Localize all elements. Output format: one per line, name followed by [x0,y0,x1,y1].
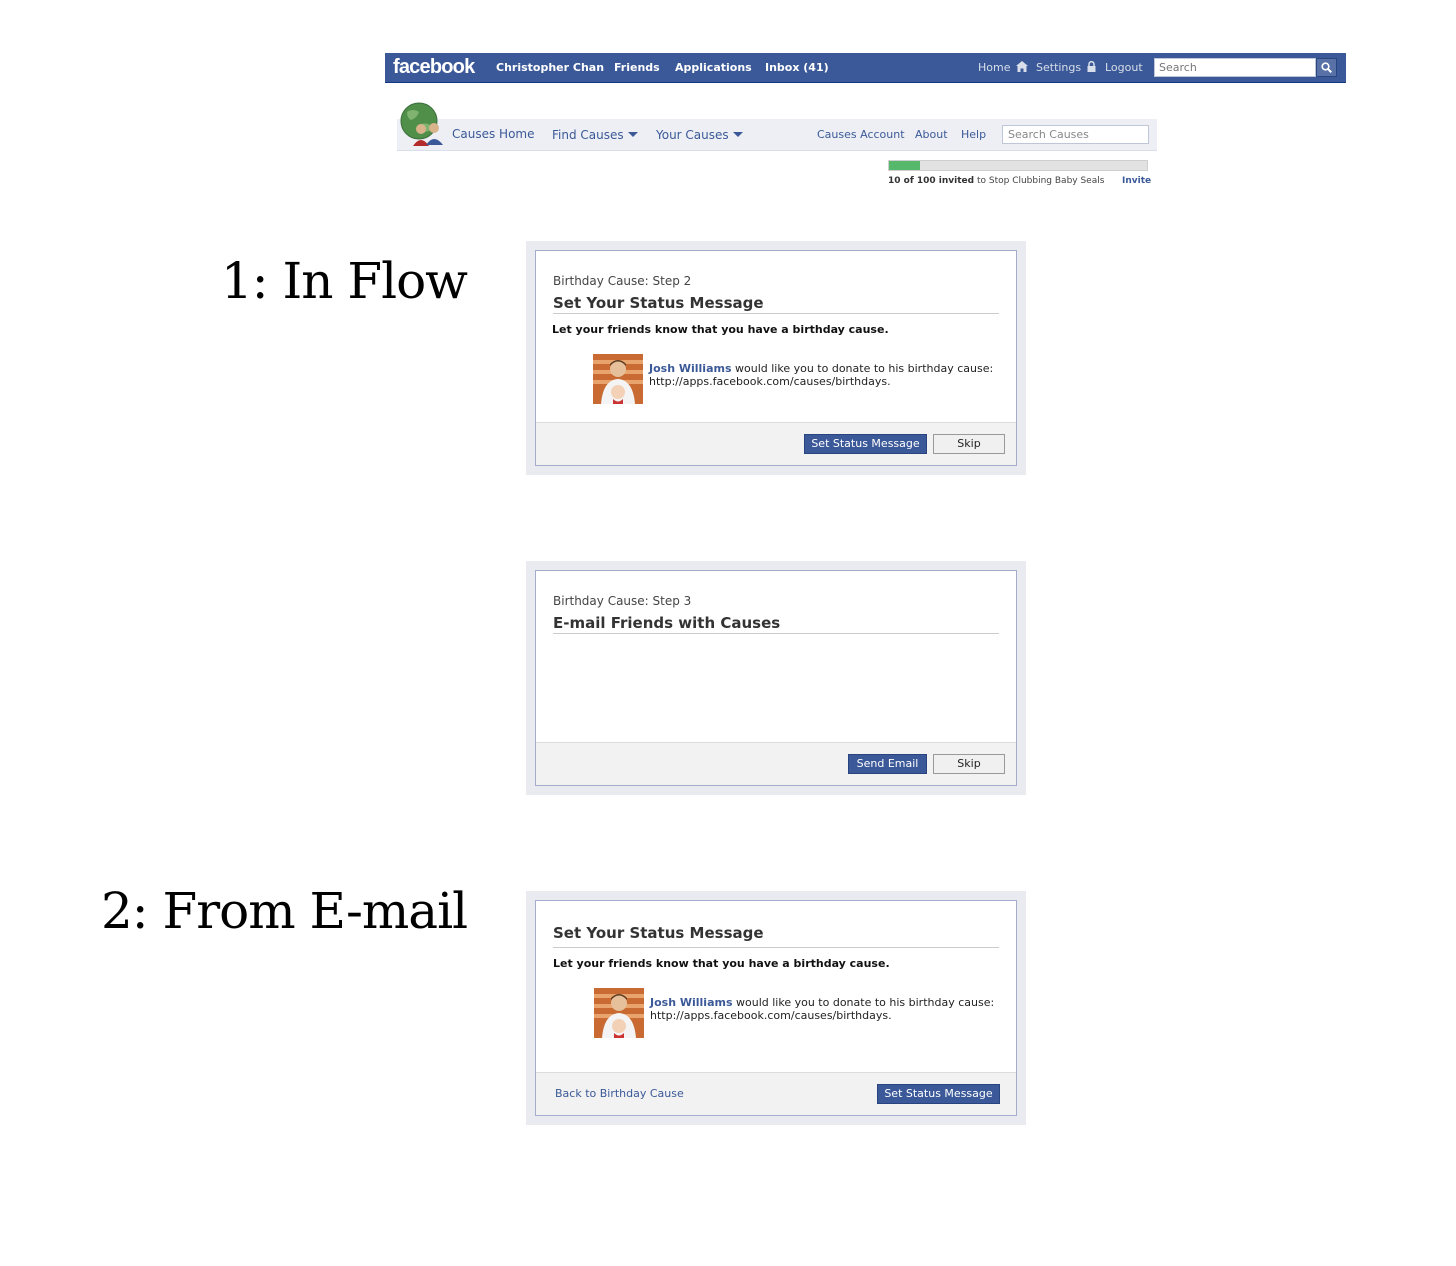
profile-photo-icon [593,354,643,404]
dialog-step-label: Birthday Cause: Step 2 [553,274,692,288]
dialog-title: Set Your Status Message [553,294,764,312]
status-text-line2: http://apps.facebook.com/causes/birthday… [650,1009,892,1022]
status-text-line2: http://apps.facebook.com/causes/birthday… [649,375,891,388]
invite-progress-fill [889,161,920,170]
invite-count: 10 of 100 invited [888,176,975,186]
section-label-in-flow: 1: In Flow [221,252,468,310]
causes-globe-logo-icon[interactable] [397,100,447,150]
facebook-search-input[interactable]: Search [1154,58,1316,77]
causes-account-link[interactable]: Causes Account [817,128,905,141]
lock-icon [1087,60,1096,72]
friend-name-link[interactable]: Josh Williams [649,362,732,375]
dialog-step3-frame: Birthday Cause: Step 3 E-mail Friends wi… [526,561,1026,795]
status-text-line1: would like you to donate to his birthday… [732,996,995,1009]
help-link[interactable]: Help [961,128,986,141]
dialog-footer: Send Email Skip [536,742,1016,785]
dialog-footer: Back to Birthday Cause Set Status Messag… [536,1072,1016,1115]
search-icon [1321,62,1332,73]
invite-progress-bar [888,160,1148,171]
find-causes-label: Find Causes [552,128,624,142]
status-preview-text: Josh Williams would like you to donate t… [650,996,994,1022]
facebook-search-button[interactable] [1316,58,1337,77]
send-email-button[interactable]: Send Email [848,754,927,774]
chevron-down-icon [732,132,743,137]
nav-friends-link[interactable]: Friends [614,61,660,74]
invite-cause-text: to Stop Clubbing Baby Seals [974,176,1105,186]
dialog-step-label: Birthday Cause: Step 3 [553,594,692,608]
dialog-description: Let your friends know that you have a bi… [552,323,889,336]
dialog-title-divider [553,633,999,634]
house-icon [1015,61,1028,72]
nav-profile-link[interactable]: Christopher Chan [496,61,604,74]
invite-progress-text: 10 of 100 invited to Stop Clubbing Baby … [888,176,1104,186]
set-status-message-button[interactable]: Set Status Message [877,1084,1000,1104]
dialog-step2-frame: Birthday Cause: Step 2 Set Your Status M… [526,241,1026,475]
set-status-message-button[interactable]: Set Status Message [804,434,927,454]
dialog-description: Let your friends know that you have a bi… [553,957,890,970]
settings-link[interactable]: Settings [1036,60,1096,74]
avatar [593,354,643,404]
causes-home-link[interactable]: Causes Home [452,127,534,141]
logout-link[interactable]: Logout [1105,61,1143,74]
skip-button[interactable]: Skip [933,754,1005,774]
facebook-logo[interactable]: facebook [393,56,475,79]
section-label-from-email: 2: From E-mail [101,882,468,940]
invite-link[interactable]: Invite [1122,176,1151,186]
dialog-from-email-frame: Set Your Status Message Let your friends… [526,891,1026,1125]
facebook-top-bar: facebook Christopher Chan Friends Applic… [385,53,1346,83]
dialog-title: Set Your Status Message [553,924,764,942]
dialog-title-divider [553,947,999,948]
find-causes-menu[interactable]: Find Causes [552,128,638,142]
chevron-down-icon [627,132,638,137]
dialog-step2: Birthday Cause: Step 2 Set Your Status M… [535,250,1017,466]
settings-link-label: Settings [1036,61,1082,74]
status-text-line1: would like you to donate to his birthday… [731,362,994,375]
nav-applications-link[interactable]: Applications [675,61,752,74]
home-link-label: Home [978,61,1011,74]
your-causes-menu[interactable]: Your Causes [656,128,743,142]
status-preview-text: Josh Williams would like you to donate t… [649,362,993,388]
about-link[interactable]: About [915,128,948,141]
profile-photo-icon [594,988,644,1038]
search-causes-input[interactable]: Search Causes [1002,125,1149,144]
your-causes-label: Your Causes [656,128,729,142]
nav-inbox-link[interactable]: Inbox (41) [765,61,829,74]
dialog-footer: Set Status Message Skip [536,422,1016,465]
friend-name-link[interactable]: Josh Williams [650,996,733,1009]
home-link[interactable]: Home [978,61,1028,74]
avatar [594,988,644,1038]
dialog-step3: Birthday Cause: Step 3 E-mail Friends wi… [535,570,1017,786]
dialog-title: E-mail Friends with Causes [553,614,781,632]
skip-button[interactable]: Skip [933,434,1005,454]
dialog-from-email: Set Your Status Message Let your friends… [535,900,1017,1116]
dialog-title-divider [553,313,999,314]
back-to-birthday-cause-link[interactable]: Back to Birthday Cause [555,1087,684,1100]
